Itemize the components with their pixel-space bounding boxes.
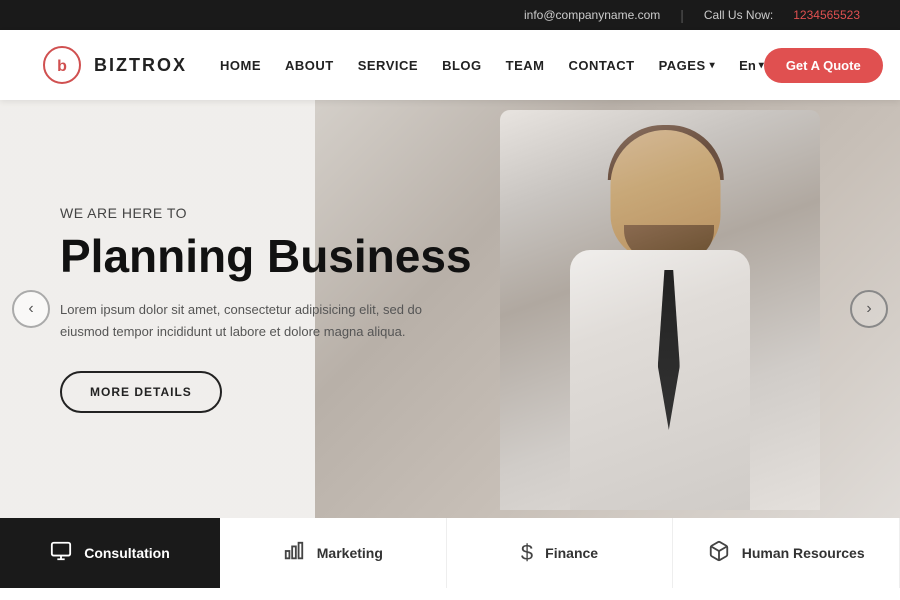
hero-next-arrow[interactable]: › <box>850 290 888 328</box>
more-details-button[interactable]: MORE DETAILS <box>60 371 222 413</box>
nav-blog[interactable]: BLOG <box>442 58 482 73</box>
hero-subtitle: WE ARE HERE TO <box>60 205 472 221</box>
svg-text:b: b <box>57 58 67 75</box>
hr-label: Human Resources <box>742 545 865 561</box>
finance-icon: $ <box>521 542 533 564</box>
nav-language[interactable]: En ▾ <box>739 58 764 73</box>
marketing-icon <box>283 540 305 566</box>
call-label: Call Us Now: <box>704 8 773 22</box>
right-arrow-icon: › <box>866 300 871 318</box>
finance-label: Finance <box>545 545 598 561</box>
hero-section: WE ARE HERE TO Planning Business Lorem i… <box>0 100 900 518</box>
chevron-down-icon: ▾ <box>710 60 716 71</box>
email-address: info@companyname.com <box>524 8 660 22</box>
hero-prev-arrow[interactable]: ‹ <box>12 290 50 328</box>
phone-number: 1234565523 <box>793 8 860 22</box>
main-nav: HOME ABOUT SERVICE BLOG TEAM CONTACT PAG… <box>220 58 764 73</box>
divider: | <box>680 7 684 23</box>
logo-icon: b <box>40 43 84 87</box>
marketing-item[interactable]: Marketing <box>220 518 447 588</box>
consultation-item[interactable]: Consultation <box>0 518 220 588</box>
consultation-label: Consultation <box>84 545 170 561</box>
hr-icon <box>708 540 730 566</box>
hero-content: WE ARE HERE TO Planning Business Lorem i… <box>0 205 472 414</box>
top-bar: info@companyname.com | Call Us Now: 1234… <box>0 0 900 30</box>
logo: b BIZTROX <box>40 43 220 87</box>
get-quote-button[interactable]: Get A Quote <box>764 48 883 83</box>
logo-text: BIZTROX <box>94 55 187 76</box>
nav-pages[interactable]: PAGES ▾ <box>659 58 716 73</box>
nav-home[interactable]: HOME <box>220 58 261 73</box>
nav-contact[interactable]: CONTACT <box>568 58 634 73</box>
finance-item[interactable]: $ Finance <box>447 518 674 588</box>
consultation-icon <box>50 540 72 566</box>
services-bar: Consultation Marketing $ Finance Human R… <box>0 518 900 588</box>
hero-description: Lorem ipsum dolor sit amet, consectetur … <box>60 299 450 343</box>
header: b BIZTROX HOME ABOUT SERVICE BLOG TEAM C… <box>0 30 900 100</box>
marketing-label: Marketing <box>317 545 383 561</box>
nav-about[interactable]: ABOUT <box>285 58 334 73</box>
nav-team[interactable]: TEAM <box>506 58 545 73</box>
hero-person-image <box>500 110 820 510</box>
left-arrow-icon: ‹ <box>28 300 33 318</box>
nav-service[interactable]: SERVICE <box>358 58 418 73</box>
hero-title: Planning Business <box>60 231 472 282</box>
hr-item[interactable]: Human Resources <box>673 518 900 588</box>
